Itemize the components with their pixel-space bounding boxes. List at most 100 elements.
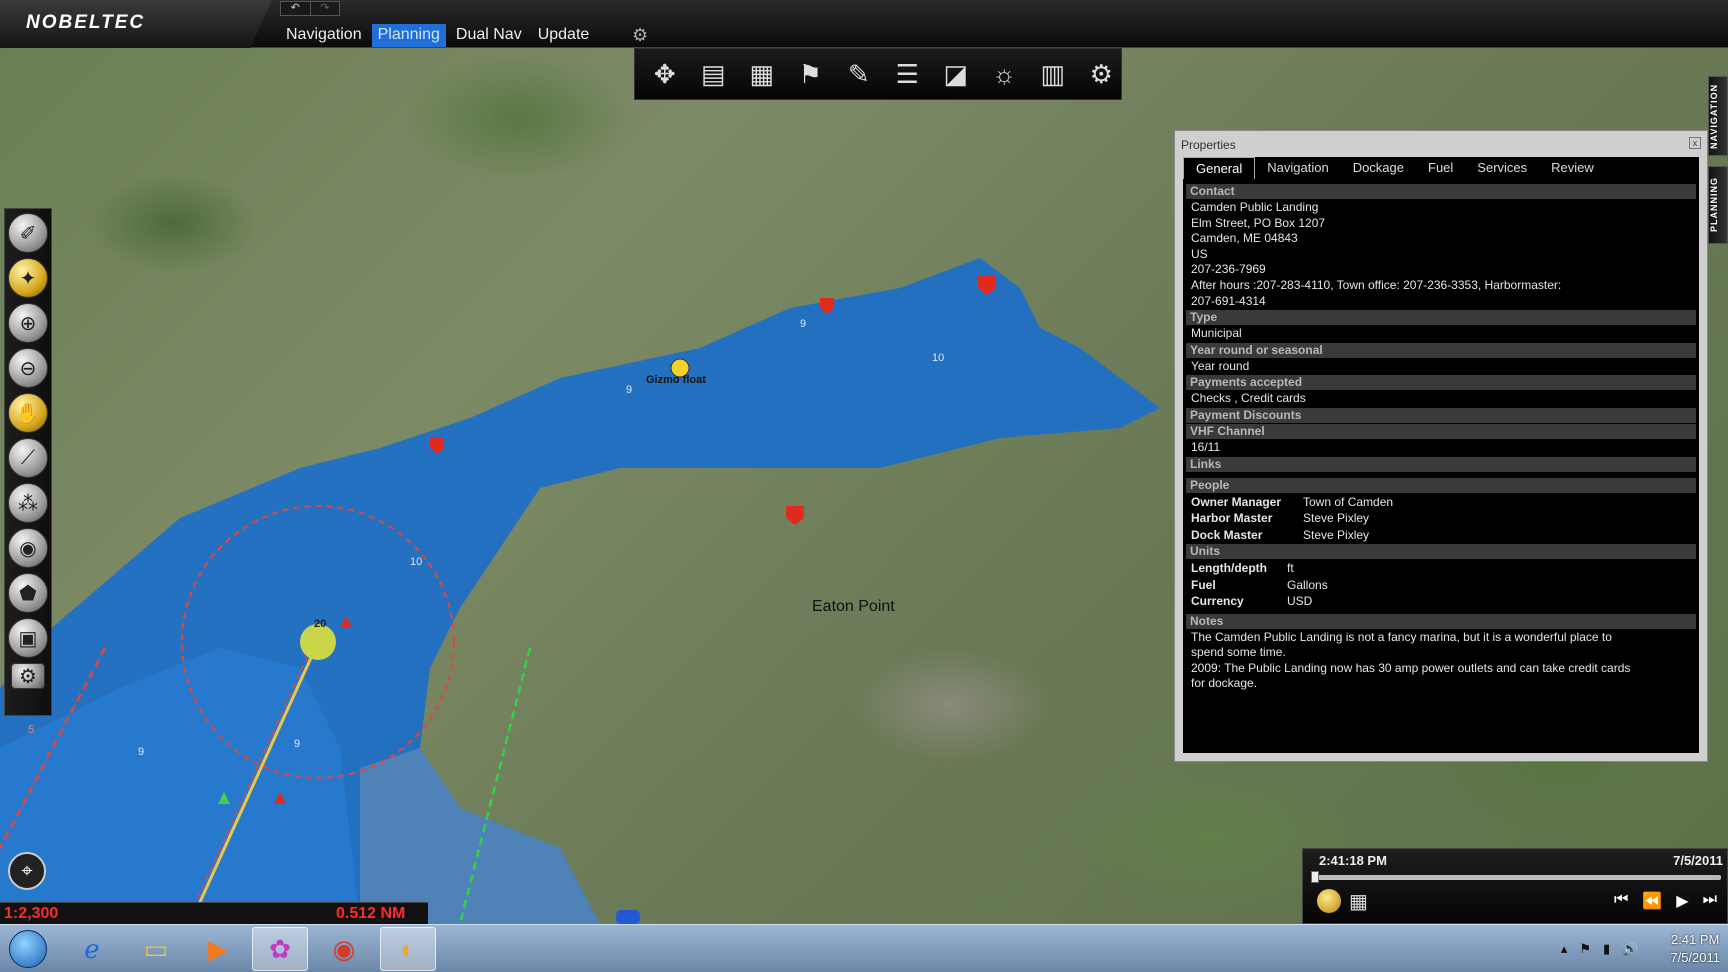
track-icon[interactable]: ✎	[839, 54, 879, 94]
people-key: Dock Master	[1191, 527, 1263, 542]
range-icon[interactable]: ◉	[8, 528, 48, 568]
zoom-out-icon[interactable]: ⊖	[8, 348, 48, 388]
marks-list-icon[interactable]: ☰	[888, 54, 928, 94]
tide-table-icon[interactable]: ▥	[1033, 54, 1073, 94]
section-year-round: Year round or seasonal	[1186, 342, 1696, 358]
pan-hand-icon[interactable]: ✋	[8, 393, 48, 433]
people-key: Owner Manager	[1191, 494, 1282, 509]
depth-sounding: 5	[28, 724, 35, 736]
clock-icon[interactable]	[1317, 889, 1341, 913]
depth-sounding: 10	[410, 556, 423, 568]
type-value: Municipal	[1191, 326, 1242, 341]
units-key: Length/depth	[1191, 561, 1267, 576]
nobeltec-logo: NOBELTEC	[0, 0, 272, 48]
contact-line: US	[1191, 246, 1208, 261]
chart-layers-icon[interactable]: ◪	[936, 54, 976, 94]
side-tab-navigation[interactable]: NAVIGATION	[1708, 76, 1728, 156]
time-slider-track[interactable]	[1311, 875, 1721, 880]
properties-title: Properties	[1181, 138, 1236, 152]
layers-icon[interactable]: ⁂	[8, 483, 48, 523]
depth-sounding: 20	[314, 618, 327, 630]
media-player-icon[interactable]: ▶	[190, 927, 246, 971]
people-value: Town of Camden	[1303, 494, 1394, 509]
volume-icon[interactable]: 🔊	[1622, 941, 1638, 957]
units-row: Length/depth ft	[1186, 560, 1696, 577]
depth-sounding: 9	[626, 384, 633, 396]
north-up-compass-icon[interactable]: ⌖	[8, 852, 46, 890]
chart-area-icon[interactable]: ▦	[742, 54, 782, 94]
flag-icon[interactable]: ⚑	[1579, 941, 1591, 957]
units-key: Fuel	[1191, 577, 1216, 592]
map-label-gizmo-float[interactable]: Gizmo float	[646, 374, 706, 386]
compass-rose-icon[interactable]: ✥	[645, 54, 685, 94]
side-tab-planning[interactable]: PLANNING	[1708, 166, 1728, 244]
section-discounts: Payment Discounts	[1186, 407, 1696, 423]
section-people: People	[1186, 477, 1696, 493]
skip-end-icon[interactable]: ⏭	[1703, 891, 1717, 911]
top-bar: NOBELTEC ↶ ↷ Navigation Planning Dual Na…	[0, 0, 1728, 48]
step-back-icon[interactable]: ⏪	[1642, 891, 1662, 911]
redo-icon[interactable]: ↷	[309, 2, 340, 15]
properties-body[interactable]: Contact Camden Public Landing Elm Street…	[1183, 179, 1699, 753]
select-icon[interactable]: ✐	[8, 213, 48, 253]
units-row: Currency USD	[1186, 593, 1696, 610]
tab-planning[interactable]: Planning	[371, 24, 446, 47]
skip-start-icon[interactable]: ⏮	[1614, 891, 1628, 911]
units-value: USD	[1287, 594, 1313, 609]
tab-general[interactable]: General	[1183, 157, 1256, 179]
player-controls: ⏮ ⏪ ▶ ⏭	[1614, 891, 1717, 911]
units-value: ft	[1287, 561, 1294, 576]
tab-dual-nav[interactable]: Dual Nav	[450, 24, 528, 47]
undo-icon[interactable]: ↶	[281, 2, 310, 15]
tabs-settings-icon[interactable]: ⚙	[632, 25, 648, 46]
contact-line: Elm Street, PO Box 1207	[1191, 215, 1326, 230]
mode-tabs: Navigation Planning Dual Nav Update	[280, 24, 595, 47]
payments-value: Checks , Credit cards	[1191, 391, 1306, 406]
start-button[interactable]	[6, 927, 50, 971]
units-row: Fuel Gallons	[1186, 577, 1696, 594]
properties-panel: Properties x General Navigation Dockage …	[1174, 130, 1708, 762]
nobeltec-icon[interactable]: ◐	[380, 927, 436, 971]
route-waypoint-icon[interactable]: ⚑	[791, 54, 831, 94]
measure-icon[interactable]: ⟋	[8, 438, 48, 478]
close-icon[interactable]: x	[1689, 137, 1701, 149]
show-hidden-icons[interactable]: ▴	[1561, 941, 1568, 957]
tray-clock[interactable]: 2:41 PM 7/5/2011	[1670, 931, 1720, 967]
section-type: Type	[1186, 310, 1696, 326]
marks-icon[interactable]: ✦	[8, 258, 48, 298]
waypoint-icon[interactable]: ⬟	[8, 573, 48, 613]
file-explorer-icon[interactable]: ▭	[128, 927, 184, 971]
units-value: Gallons	[1287, 577, 1328, 592]
scale-bar: 1:2,300 0.512 NM	[0, 902, 428, 924]
section-notes: Notes	[1186, 613, 1696, 629]
picasa-icon[interactable]: ✿	[252, 927, 308, 971]
tab-services[interactable]: Services	[1465, 157, 1539, 179]
contact-line: After hours :207-283-4110, Town office: …	[1191, 277, 1562, 292]
contact-line: 207-236-7969	[1191, 262, 1266, 277]
area-icon[interactable]: ▣	[8, 618, 48, 658]
settings-icon[interactable]: ⚙	[11, 663, 45, 689]
contact-line: 207-691-4314	[1191, 293, 1266, 308]
time-slider-thumb[interactable]	[1311, 871, 1319, 883]
internet-explorer-icon[interactable]: ℯ	[64, 927, 120, 971]
network-icon[interactable]: ▮	[1603, 941, 1610, 957]
calendar-icon[interactable]: ▦	[1349, 889, 1368, 914]
settings-gear-icon[interactable]: ⚙	[1082, 54, 1122, 94]
system-tray: ▴ ⚑ ▮ 🔊 2:41 PM 7/5/2011	[1561, 931, 1720, 967]
zoom-in-icon[interactable]: ⊕	[8, 303, 48, 343]
section-contact: Contact	[1186, 184, 1696, 199]
tab-navigation[interactable]: Navigation	[1255, 157, 1340, 179]
tab-fuel[interactable]: Fuel	[1416, 157, 1465, 179]
notes-line: for dockage.	[1191, 676, 1258, 691]
play-icon[interactable]: ▶	[1676, 891, 1688, 911]
chart-scale: 1:2,300	[4, 905, 59, 922]
tab-review[interactable]: Review	[1539, 157, 1606, 179]
chrome-icon[interactable]: ◉	[316, 927, 372, 971]
contact-line: Camden Public Landing	[1191, 200, 1319, 214]
charts-icon[interactable]: ▤	[694, 54, 734, 94]
tab-update[interactable]: Update	[532, 24, 596, 47]
weather-icon[interactable]: ☼	[985, 54, 1025, 94]
depth-sounding: 10	[932, 352, 945, 364]
tab-navigation[interactable]: Navigation	[280, 24, 368, 47]
tab-dockage[interactable]: Dockage	[1341, 157, 1416, 179]
